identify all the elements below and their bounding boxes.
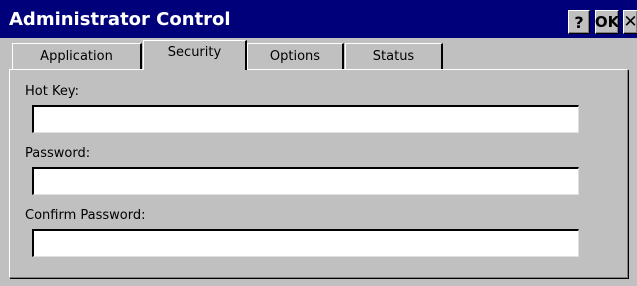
security-panel: Hot Key: Password: Confirm Password: xyxy=(9,69,628,278)
tab-strip: Application Security Options Status xyxy=(0,38,637,70)
tab-options[interactable]: Options xyxy=(247,43,344,69)
tab-application[interactable]: Application xyxy=(12,43,142,69)
password-label: Password: xyxy=(25,146,91,161)
administrator-control-window: Administrator Control ? OK ✕ Application… xyxy=(0,0,637,286)
password-field[interactable] xyxy=(32,167,579,195)
tab-security[interactable]: Security xyxy=(143,40,247,70)
confirm-password-label: Confirm Password: xyxy=(25,208,146,223)
window-bottom-edge xyxy=(0,279,637,286)
ok-button[interactable]: OK xyxy=(595,10,619,34)
confirm-password-field[interactable] xyxy=(32,229,579,257)
close-button[interactable]: ✕ xyxy=(623,10,637,34)
title-bar: Administrator Control ? OK ✕ xyxy=(0,0,637,38)
hot-key-field[interactable] xyxy=(32,105,579,133)
hot-key-label: Hot Key: xyxy=(25,84,79,99)
help-button[interactable]: ? xyxy=(568,10,590,34)
tab-status[interactable]: Status xyxy=(345,43,443,69)
window-title: Administrator Control xyxy=(9,9,231,30)
